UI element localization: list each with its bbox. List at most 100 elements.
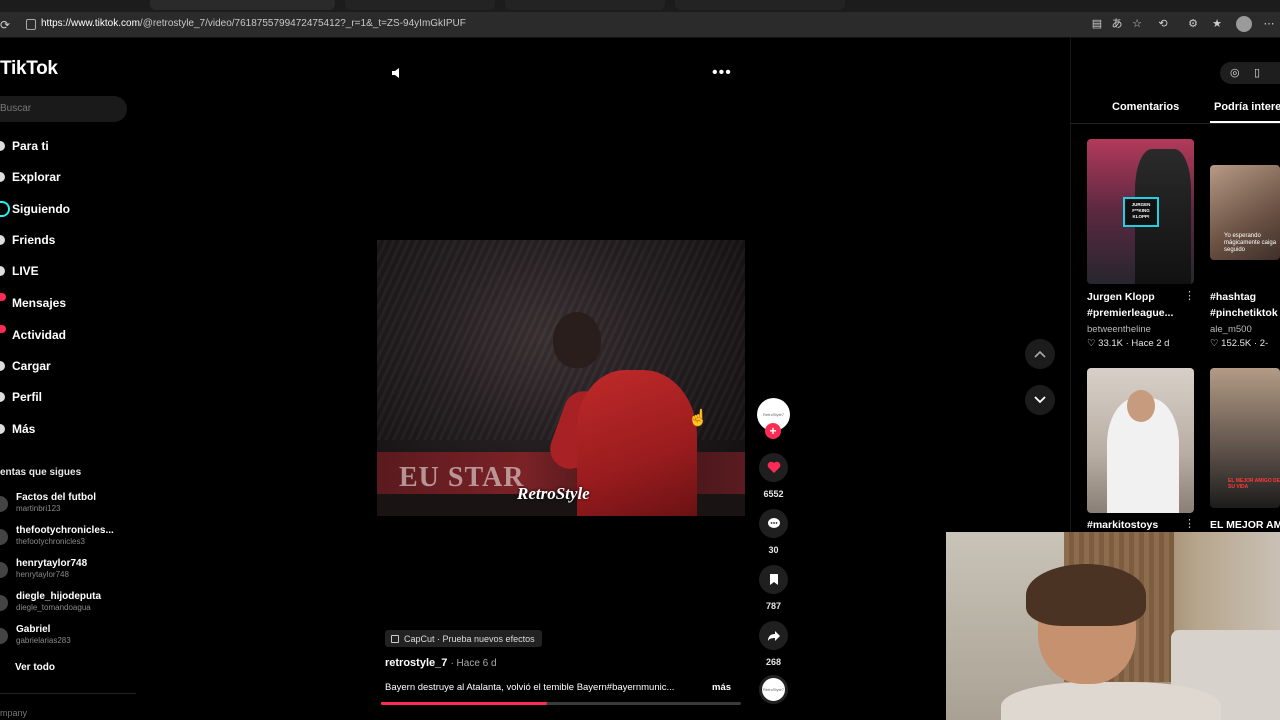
share-arrow-icon [767,630,780,641]
avatar [0,628,8,644]
video-progress-bar[interactable] [381,702,741,705]
nav-perfil[interactable]: Perfil [12,390,42,404]
save-button[interactable] [759,565,788,594]
video-author[interactable]: retrostyle_7 · Hace 6 d [385,657,497,669]
following-account[interactable]: diegle_hijodeputa diegle_tomandoagua [0,591,130,619]
video-title[interactable]: #premierleague... [1087,305,1173,321]
nav-siguiendo[interactable]: Siguiendo [12,202,70,216]
account-name: henrytaylor748 [16,558,88,569]
browser-profile-avatar[interactable] [1236,16,1252,32]
translate-icon[interactable]: あ [1110,17,1124,31]
capcut-effect-tag[interactable]: CapCut · Prueba nuevos efectos [385,630,542,647]
home-icon [0,141,5,151]
video-title[interactable]: #pinchetiktok [1210,305,1278,321]
comment-button[interactable] [759,509,788,538]
search-input[interactable]: Buscar [0,96,127,122]
thumbnail-caption: Yo esperando mágicamente caiga seguido [1224,233,1277,253]
footer-company-link[interactable]: mpany [0,708,27,718]
video-stats: ♡ 152.5K · 2- [1210,338,1269,349]
comment-icon [767,518,780,528]
video-progress-fill [381,702,547,705]
nav-live[interactable]: LIVE [12,264,39,278]
webcam-person [1001,682,1221,720]
active-tab-indicator [1210,121,1280,123]
video-title[interactable]: #hashtag [1210,289,1256,305]
video-author[interactable]: ale_m500 [1210,324,1252,335]
embed-icon[interactable]: ◎ [1230,66,1240,79]
tab-recomendados[interactable]: Podría intere [1214,101,1280,113]
video-thumbnail[interactable]: JURGEN F**KING KLOPP! [1087,139,1194,284]
account-name: thefootychronicles... [16,525,114,536]
nav-cargar[interactable]: Cargar [12,359,51,373]
browser-tab[interactable] [505,0,665,10]
browser-address-bar[interactable]: ⟳ https://www.tiktok.com/@retrostyle_7/v… [0,12,1280,38]
webcam-overlay [946,532,1280,720]
nav-para-ti[interactable]: Para ti [12,139,49,153]
tiktok-logo[interactable]: TikTok [0,58,58,80]
split-screen-icon[interactable]: ⚙ [1186,17,1200,31]
video-thumbnail[interactable] [1087,368,1194,513]
reader-mode-icon[interactable]: ▤ [1090,17,1104,31]
following-account[interactable]: Gabriel gabrielarias283 [0,624,130,652]
more-options-icon[interactable]: ⋮ [1184,517,1195,530]
video-player-figure [553,312,601,368]
reload-icon[interactable]: ⟳ [0,18,10,32]
chevron-up-icon [1034,350,1046,358]
following-account[interactable]: thefootychronicles... thefootychronicles… [0,525,130,553]
favorites-icon[interactable]: ★ [1210,17,1224,31]
see-all-link[interactable]: Ver todo [15,662,55,673]
browser-menu-icon[interactable]: ⋯ [1262,17,1276,31]
capcut-icon [391,634,399,643]
browser-tab[interactable] [345,0,495,10]
upload-icon [0,361,5,371]
more-options-icon[interactable]: ••• [712,64,732,82]
following-accounts-title: entas que sigues [0,467,82,478]
webcam-person [1026,564,1146,626]
extensions-icon[interactable]: ⟲ [1156,17,1170,31]
favorite-star-icon[interactable]: ☆ [1130,17,1144,31]
more-link[interactable]: más [712,682,731,693]
video-author[interactable]: betweentheline [1087,324,1151,335]
panel-toolbar: ◎ ▯ [1220,62,1280,84]
tab-comentarios[interactable]: Comentarios [1112,101,1179,113]
site-info-icon[interactable] [26,19,36,30]
browser-tab[interactable] [675,0,845,10]
nav-actividad[interactable]: Actividad [12,328,66,342]
video-title[interactable]: Jurgen Klopp [1087,289,1155,305]
following-account[interactable]: Factos del futbol martinbri123 [0,492,130,520]
share-button[interactable] [759,621,788,650]
video-thumbnail[interactable]: EL MEJOR AMIGO DE SU VIDA [1210,368,1280,508]
like-button[interactable] [759,453,788,482]
comment-count: 30 [768,545,779,555]
following-account[interactable]: henrytaylor748 henrytaylor748 [0,558,130,586]
account-name: Factos del futbol [16,492,96,503]
video-thumbnail[interactable]: Yo esperando mágicamente caiga seguido [1210,165,1280,260]
previous-video-button[interactable] [1025,339,1055,369]
video-description: Bayern destruye al Atalanta, volvió el t… [385,682,735,693]
next-video-button[interactable] [1025,385,1055,415]
nav-mas[interactable]: Más [12,422,35,436]
account-name: Gabriel [16,624,51,635]
more-options-icon[interactable]: ⋮ [1184,289,1195,302]
video-title[interactable]: #markitostoys [1087,517,1158,533]
save-count: 787 [765,601,782,611]
music-disc-icon[interactable]: RetroStyle7 [759,675,788,704]
nav-mensajes[interactable]: Mensajes [12,296,66,310]
follow-plus-icon[interactable]: + [765,423,781,439]
avatar [0,496,8,512]
browser-tab[interactable] [150,0,335,10]
account-handle: diegle_tomandoagua [16,603,91,612]
author-name[interactable]: retrostyle_7 [385,657,447,669]
video-watermark: RetroStyle [517,484,590,503]
video-stats: ♡ 33.1K · Hace 2 d [1087,338,1170,349]
nav-friends[interactable]: Friends [12,233,55,247]
video-player[interactable]: EU STAR RetroStyle [377,240,745,516]
volume-icon[interactable] [391,66,405,80]
url-text[interactable]: https://www.tiktok.com/@retrostyle_7/vid… [41,18,466,29]
thumbnail-caption: EL MEJOR AMIGO DE SU VIDA [1228,478,1280,490]
bookmark-icon [769,574,778,585]
nav-explorar[interactable]: Explorar [12,170,61,184]
activity-badge-icon [0,325,6,333]
device-icon[interactable]: ▯ [1254,66,1260,79]
video-title[interactable]: EL MEJOR AM [1210,517,1280,533]
